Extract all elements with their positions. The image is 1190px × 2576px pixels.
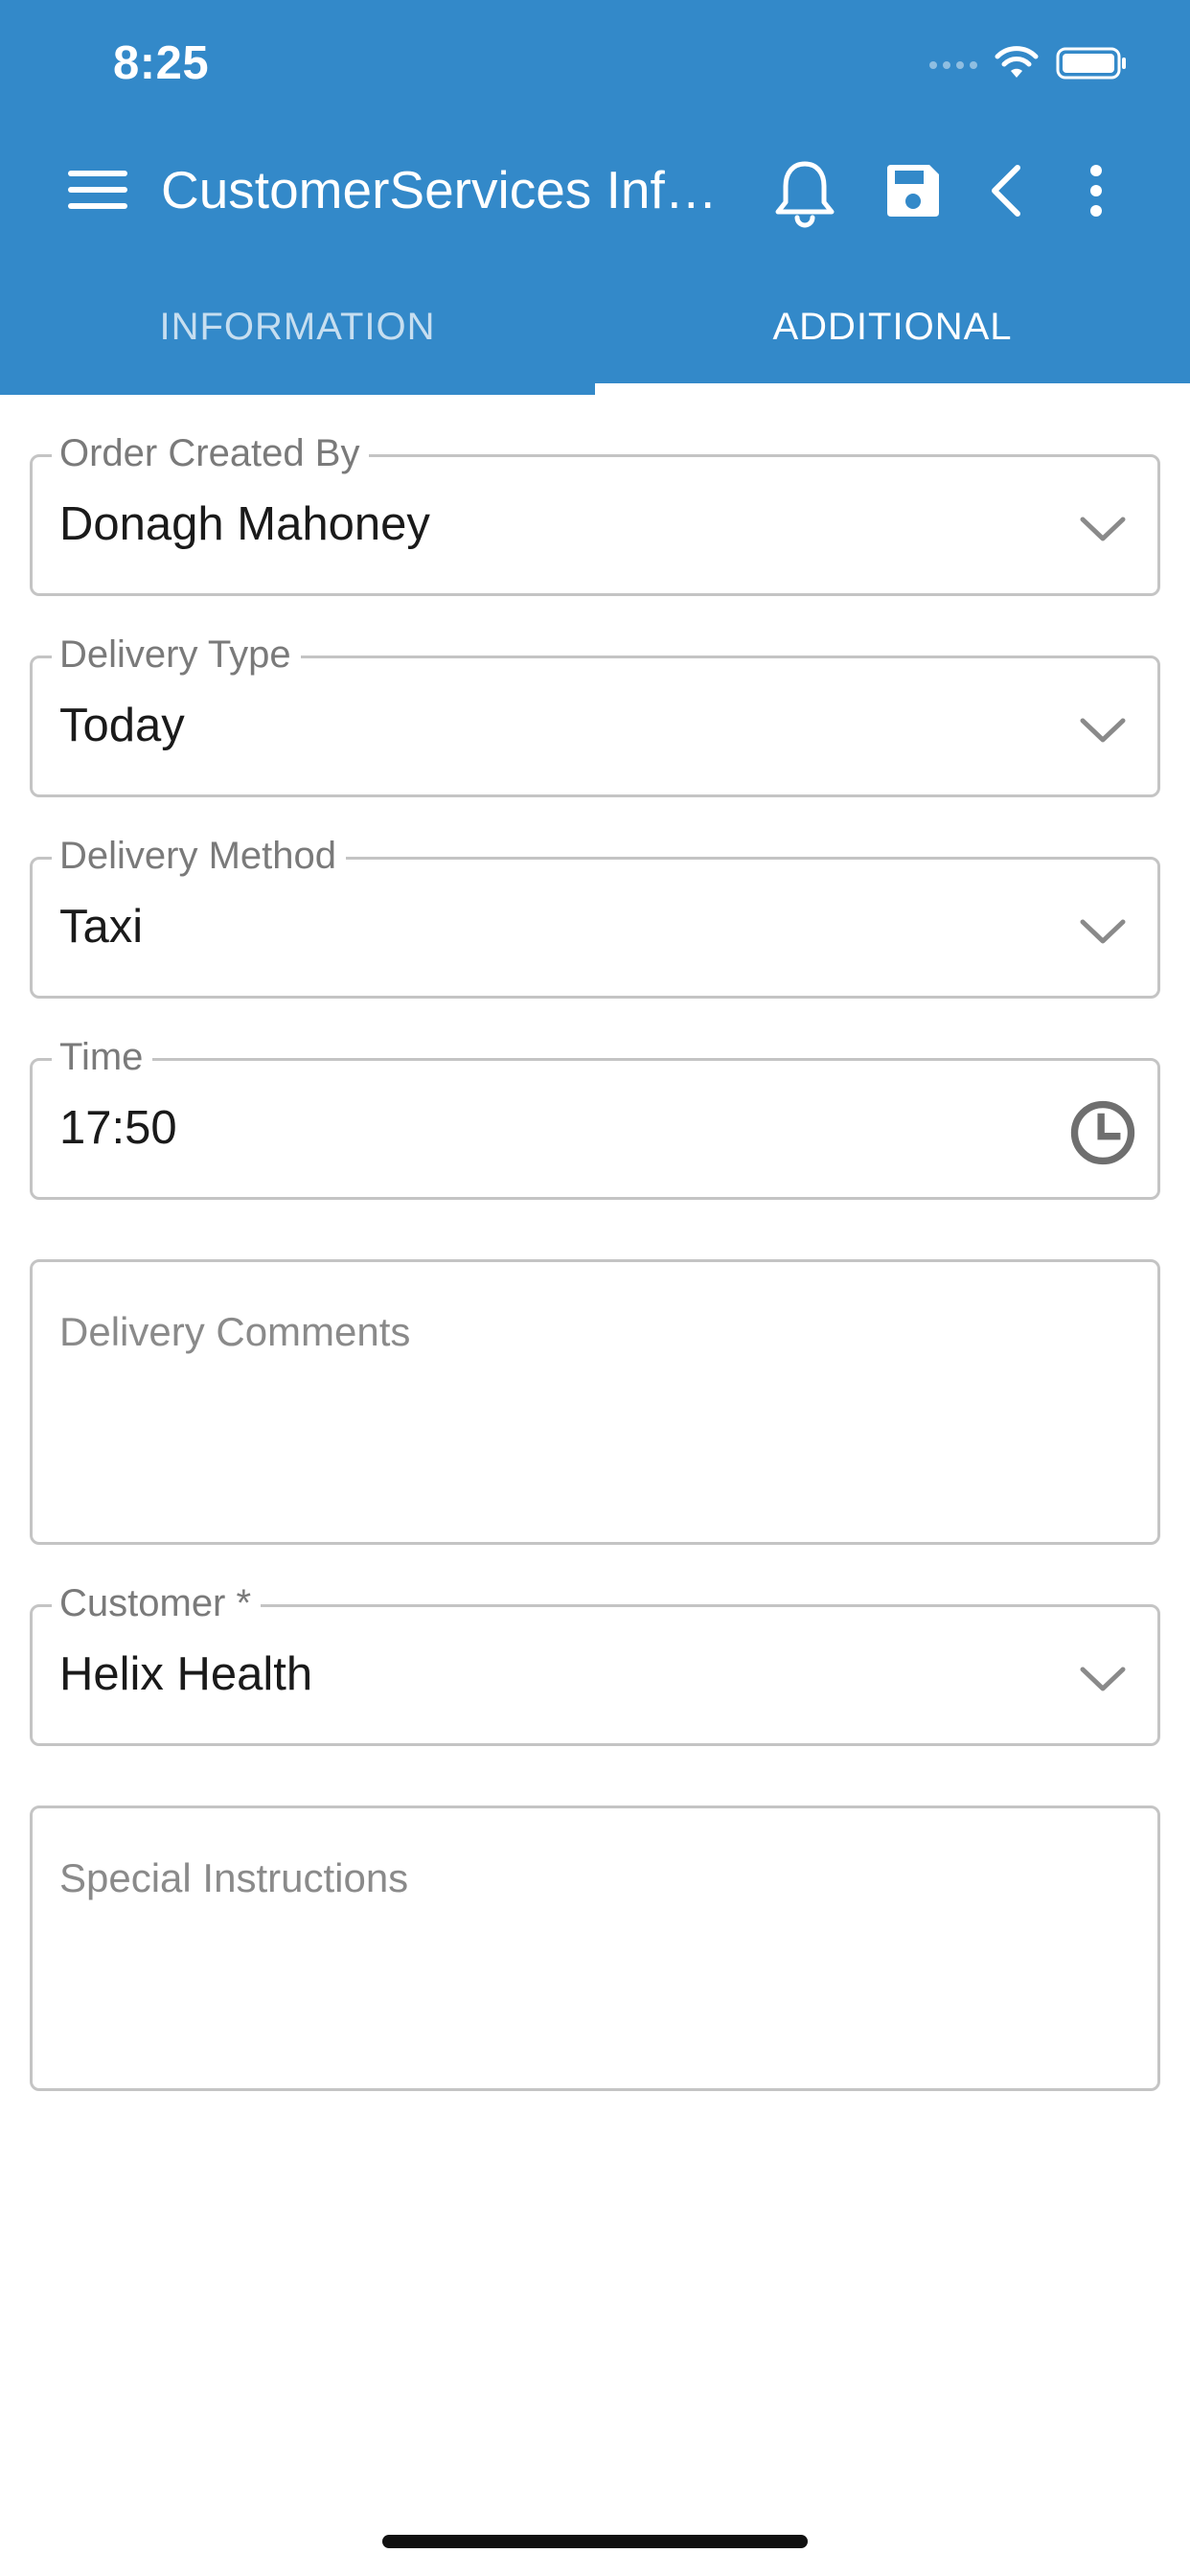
active-tab-indicator — [595, 383, 1190, 395]
delivery-method-select[interactable]: Delivery Method Taxi — [30, 834, 1160, 999]
save-icon[interactable] — [877, 157, 950, 224]
clock-icon[interactable] — [1069, 1099, 1136, 1166]
chevron-down-icon[interactable] — [1069, 898, 1136, 965]
home-indicator — [382, 2535, 808, 2548]
chevron-down-icon[interactable] — [1069, 697, 1136, 764]
delivery-type-label: Delivery Type — [52, 632, 301, 677]
battery-icon — [1056, 46, 1129, 85]
customer-label: Customer * — [52, 1581, 262, 1625]
more-vert-icon[interactable] — [1067, 157, 1125, 224]
tab-bar: INFORMATION ADDITIONAL — [0, 288, 1190, 395]
tab-additional[interactable]: ADDITIONAL — [595, 288, 1190, 395]
time-label: Time — [52, 1035, 153, 1079]
delivery-method-label: Delivery Method — [52, 834, 347, 878]
chevron-down-icon[interactable] — [1069, 495, 1136, 563]
tab-information[interactable]: INFORMATION — [0, 288, 595, 395]
delivery-type-select[interactable]: Delivery Type Today — [30, 632, 1160, 797]
special-instructions-textarea[interactable]: Special Instructions — [30, 1806, 1160, 2091]
order-created-by-label: Order Created By — [52, 431, 370, 475]
bell-icon[interactable] — [767, 157, 843, 230]
delivery-type-value: Today — [59, 700, 185, 751]
back-icon[interactable] — [977, 157, 1035, 224]
special-instructions-placeholder: Special Instructions — [59, 1855, 409, 1900]
customer-value: Helix Health — [59, 1648, 313, 1700]
chevron-down-icon[interactable] — [1069, 1645, 1136, 1713]
status-time: 8:25 — [113, 37, 210, 89]
order-created-by-select[interactable]: Order Created By Donagh Mahoney — [30, 431, 1160, 596]
app-header: 8:25 CustomerServices Infor... INFORMATI… — [0, 0, 1190, 395]
page-title: CustomerServices Infor... — [161, 160, 736, 219]
toolbar: CustomerServices Infor... — [0, 142, 1190, 238]
cellular-signal-icon — [929, 61, 977, 69]
wifi-icon — [995, 45, 1039, 85]
menu-icon[interactable] — [59, 159, 136, 220]
time-value: 17:50 — [59, 1102, 177, 1154]
time-field[interactable]: Time 17:50 — [30, 1035, 1160, 1200]
delivery-comments-placeholder: Delivery Comments — [59, 1309, 411, 1354]
delivery-comments-textarea[interactable]: Delivery Comments — [30, 1259, 1160, 1545]
order-created-by-value: Donagh Mahoney — [59, 498, 430, 550]
status-icons — [929, 44, 1129, 86]
customer-select[interactable]: Customer * Helix Health — [30, 1581, 1160, 1746]
delivery-method-value: Taxi — [59, 901, 144, 953]
